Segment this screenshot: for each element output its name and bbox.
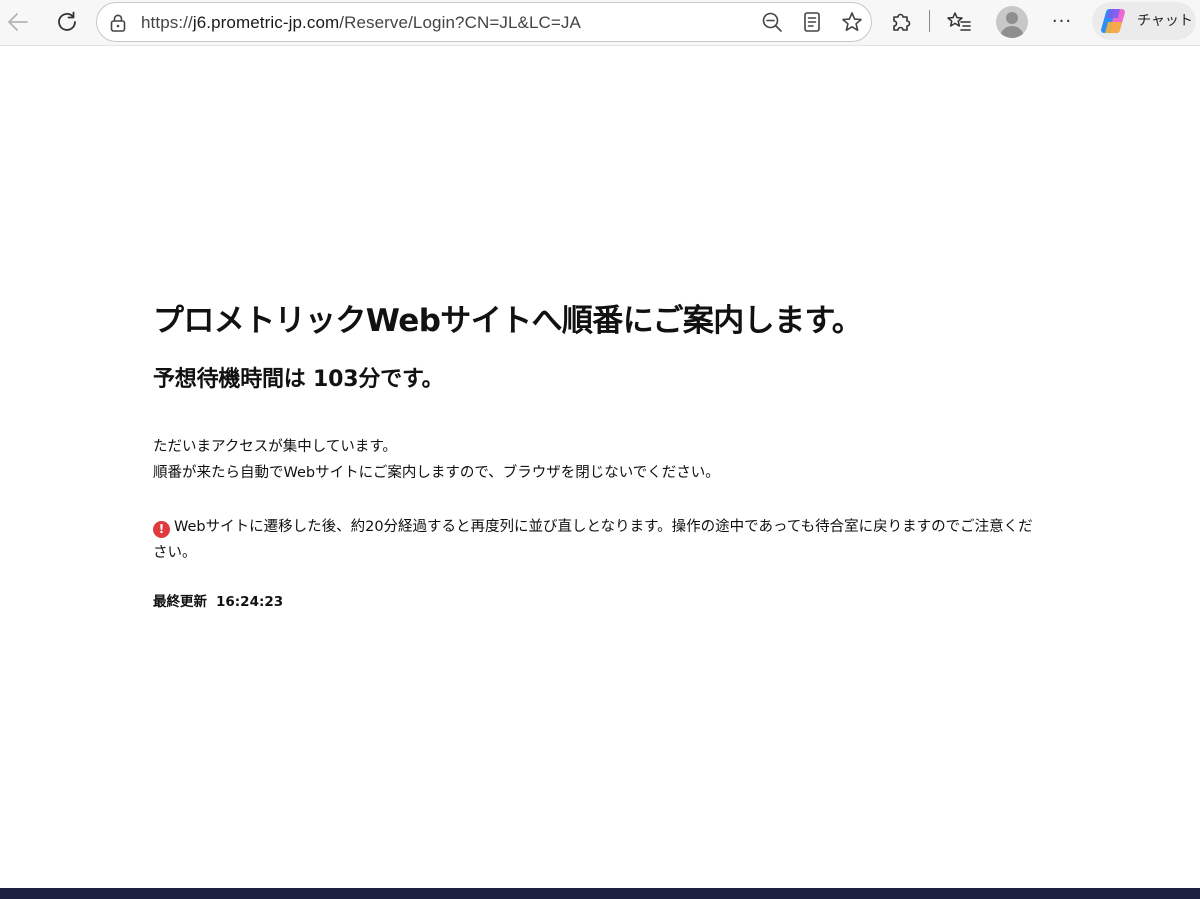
last-updated: 最終更新 16:24:23	[153, 592, 1053, 612]
page-title: プロメトリックWebサイトへ順番にご案内します。	[153, 303, 863, 339]
profile-avatar-icon[interactable]	[996, 6, 1028, 38]
last-updated-time: 16:24:23	[216, 594, 284, 610]
more-menu-button[interactable]: ···	[1047, 8, 1077, 36]
warning-text: Webサイトに遷移した後、約20分経過すると再度列に並び直しとなります。操作の途…	[153, 519, 1033, 561]
back-arrow-icon[interactable]	[3, 7, 33, 37]
warning-icon: !	[153, 521, 170, 538]
address-bar[interactable]: https://j6.prometric-jp.com/Reserve/Logi…	[96, 2, 872, 42]
copilot-icon	[1100, 7, 1130, 35]
warning-message: ! Webサイトに遷移した後、約20分経過すると再度列に並び直しとなります。操作の…	[153, 514, 1043, 566]
star-icon[interactable]	[837, 7, 867, 37]
lock-icon[interactable]	[107, 12, 129, 34]
info-line-2: 順番が来たら自動でWebサイトにご案内しますので、ブラウザを閉じないでください。	[153, 465, 720, 481]
puzzle-icon[interactable]	[886, 7, 916, 37]
url-prefix: https://	[141, 13, 193, 32]
url-text[interactable]: https://j6.prometric-jp.com/Reserve/Logi…	[141, 12, 581, 34]
refresh-icon[interactable]	[52, 7, 82, 37]
chat-label: チャット	[1137, 13, 1193, 29]
info-line-1: ただいまアクセスが集中しています。	[153, 439, 397, 455]
wait-time-heading: 予想待機時間は 103分です。	[153, 367, 444, 392]
waiting-room-content: プロメトリックWebサイトへ順番にご案内します。 予想待機時間は 103分です。…	[153, 290, 1053, 612]
bottom-taskbar-strip	[0, 888, 1200, 899]
info-message: ただいまアクセスが集中しています。 順番が来たら自動でWebサイトにご案内します…	[153, 434, 1053, 486]
url-path: /Reserve/Login?CN=JL&LC=JA	[339, 13, 581, 32]
url-host: j6.prometric-jp.com	[192, 13, 340, 32]
copilot-chat-button[interactable]: チャット	[1092, 2, 1196, 40]
avatar-head	[1006, 12, 1018, 24]
last-updated-label: 最終更新	[153, 594, 207, 610]
zoom-out-icon[interactable]	[757, 7, 787, 37]
avatar-body	[1000, 26, 1024, 38]
browser-toolbar: https://j6.prometric-jp.com/Reserve/Logi…	[0, 0, 1200, 46]
toolbar-separator	[929, 10, 930, 32]
favorites-list-icon[interactable]	[944, 7, 974, 37]
reading-view-icon[interactable]	[797, 7, 827, 37]
